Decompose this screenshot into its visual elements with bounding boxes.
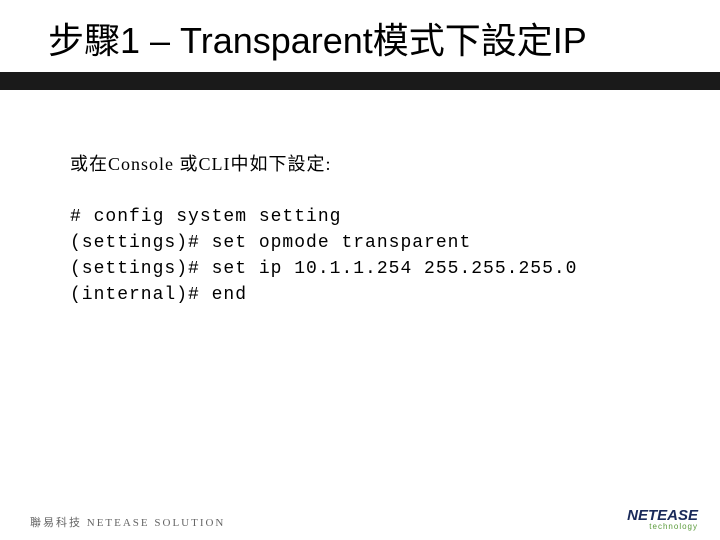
code-line: (settings)# set opmode transparent bbox=[70, 233, 471, 253]
body: 或在Console 或CLI中如下設定: # config system set… bbox=[70, 150, 670, 308]
title-underline-bar bbox=[0, 72, 720, 90]
code-line: # config system setting bbox=[70, 207, 341, 227]
footer-text: 聯易科技 NETEASE SOLUTION bbox=[30, 514, 225, 530]
code-block: # config system setting (settings)# set … bbox=[70, 204, 670, 308]
brand-logo: NETEASE technology bbox=[627, 509, 698, 530]
title-area: 步驟1 – Transparent模式下設定IP bbox=[0, 0, 720, 90]
slide-title: 步驟1 – Transparent模式下設定IP bbox=[0, 0, 720, 72]
logo-top-text: NETEASE bbox=[627, 509, 698, 523]
code-line: (internal)# end bbox=[70, 285, 247, 305]
intro-text: 或在Console 或CLI中如下設定: bbox=[70, 150, 670, 176]
code-line: (settings)# set ip 10.1.1.254 255.255.25… bbox=[70, 259, 577, 279]
slide: 步驟1 – Transparent模式下設定IP 或在Console 或CLI中… bbox=[0, 0, 720, 540]
